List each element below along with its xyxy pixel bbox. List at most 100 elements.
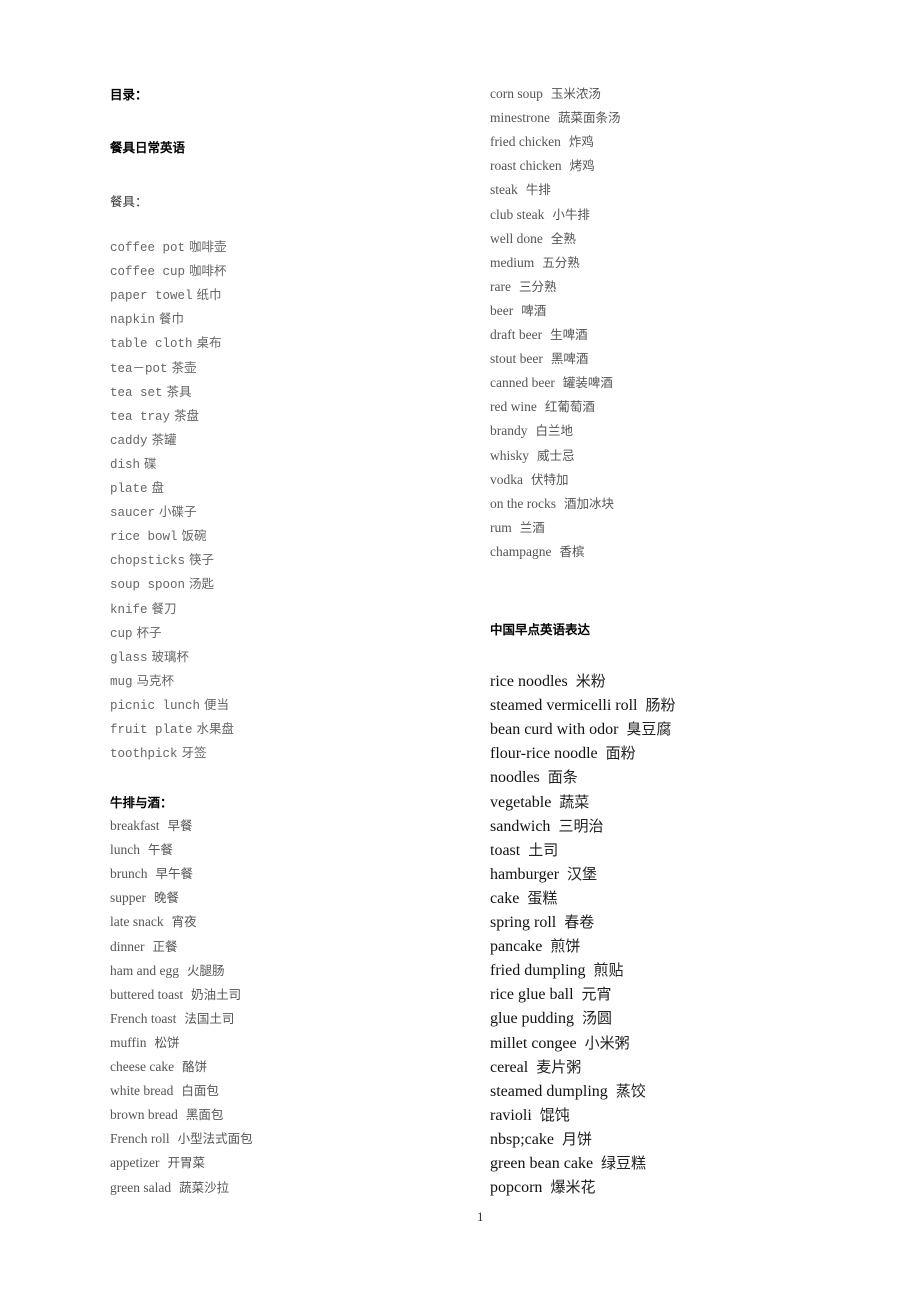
chinese-term: 肠粉 <box>645 696 676 715</box>
chinese-term: 汤圆 <box>582 1009 613 1028</box>
english-term: champagne <box>490 543 552 559</box>
chinese-term: 伏特加 <box>531 471 569 487</box>
english-term: hamburger <box>490 865 560 883</box>
english-term: millet congee <box>490 1034 577 1052</box>
english-term: rum <box>490 519 512 535</box>
vocab-entry: breakfast 早餐 <box>110 815 193 834</box>
chinese-term: 三分熟 <box>518 278 557 294</box>
vocab-entry: minestrone 蔬菜面条汤 <box>490 107 621 126</box>
vocab-entry: plate 盘 <box>110 477 164 496</box>
chinese-term: 全熟 <box>550 230 576 246</box>
english-term: green bean cake <box>490 1155 594 1172</box>
english-term: cereal <box>490 1058 529 1076</box>
english-term: glass <box>110 650 148 665</box>
english-term: flour-rice noodle <box>490 745 598 763</box>
vocab-entry: fried chicken 炸鸡 <box>490 131 594 150</box>
chinese-term: 酒加冰块 <box>563 495 614 511</box>
english-term: rice noodles <box>490 673 568 690</box>
vocab-entry: French roll 小型法式面包 <box>110 1128 253 1147</box>
chinese-term: 牙签 <box>181 745 207 761</box>
chinese-term: 茶壶 <box>171 359 197 375</box>
chinese-term: 纸巾 <box>196 287 222 303</box>
english-term: toothpick <box>110 747 178 762</box>
english-term: tea－pot <box>110 361 168 376</box>
chinese-term: 啤酒 <box>521 302 547 318</box>
vocab-entry: whisky 威士忌 <box>490 445 575 464</box>
vocab-entry: table cloth 桌布 <box>110 332 222 351</box>
chinese-term: 麦片粥 <box>536 1057 582 1076</box>
chinese-term: 正餐 <box>152 938 178 954</box>
english-term: green salad <box>110 1179 172 1195</box>
vocab-entry: nbsp;cake 月饼 <box>490 1128 592 1149</box>
english-term: cake <box>490 889 520 907</box>
vocab-entry: steamed dumpling 蒸饺 <box>490 1080 646 1101</box>
english-term: French roll <box>110 1131 170 1147</box>
vocab-entry: cereal 麦片粥 <box>490 1056 581 1077</box>
document-title: 餐具日常英语 <box>110 140 186 155</box>
vocab-entry: hamburger 汉堡 <box>490 863 597 884</box>
english-term: spring roll <box>490 914 557 931</box>
vocab-entry: glass 玻璃杯 <box>110 646 189 665</box>
vocab-entry: supper 晚餐 <box>110 887 179 906</box>
english-term: caddy <box>110 433 148 448</box>
vocab-entry: tea－pot 茶壶 <box>110 357 197 376</box>
vocab-entry: ravioli 馄饨 <box>490 1104 570 1125</box>
english-term: fried dumpling <box>490 962 586 980</box>
vocab-entry: coffee cup 咖啡杯 <box>110 260 227 279</box>
english-term: steamed vermicelli roll <box>490 697 638 715</box>
chinese-term: 筷子 <box>189 552 215 568</box>
english-term: minestrone <box>490 110 550 126</box>
chinese-term: 餐刀 <box>151 600 177 616</box>
chinese-term: 白兰地 <box>535 423 574 439</box>
chinese-term: 碟 <box>144 455 157 471</box>
chinese-term: 黑啤酒 <box>550 351 589 367</box>
chinese-term: 松饼 <box>154 1034 180 1050</box>
english-term: rice glue ball <box>490 986 574 1004</box>
vocab-entry: white bread 白面包 <box>110 1080 219 1099</box>
english-term: fried chicken <box>490 134 561 150</box>
breakfast-cn-heading: 中国早点英语表达 <box>490 622 591 637</box>
english-term: club steak <box>490 206 545 222</box>
english-term: lunch <box>110 842 140 858</box>
vocab-entry: soup spoon 汤匙 <box>110 573 214 592</box>
chinese-term: 牛排 <box>525 182 551 198</box>
english-term: tea set <box>110 385 163 400</box>
chinese-term: 咖啡杯 <box>189 263 227 279</box>
english-term: draft beer <box>490 327 543 342</box>
english-term: muffin <box>110 1034 147 1050</box>
english-term: paper towel <box>110 289 193 304</box>
chinese-term: 蒸饺 <box>615 1081 646 1100</box>
chinese-term: 罐装啤酒 <box>562 375 613 391</box>
chinese-term: 奶油土司 <box>191 986 242 1002</box>
vocab-entry: cake 蛋糕 <box>490 887 557 908</box>
chinese-term: 蛋糕 <box>527 888 558 907</box>
english-term: cup <box>110 626 133 641</box>
english-term: white bread <box>110 1083 174 1099</box>
vocab-entry: champagne 香槟 <box>490 541 584 560</box>
chinese-term: 酪饼 <box>182 1059 208 1074</box>
english-term: appetizer <box>110 1155 160 1171</box>
chinese-term: 蔬菜沙拉 <box>179 1179 230 1195</box>
vocab-entry: brown bread 黑面包 <box>110 1104 223 1123</box>
english-term: roast chicken <box>490 158 562 174</box>
vocab-entry: flour-rice noodle 面粉 <box>490 742 636 763</box>
chinese-term: 米粉 <box>575 672 606 690</box>
vocab-entry: club steak 小牛排 <box>490 204 590 223</box>
english-term: napkin <box>110 313 156 328</box>
english-term: brunch <box>110 866 148 882</box>
english-term: noodles <box>490 769 540 787</box>
vocab-entry: steak 牛排 <box>490 179 551 198</box>
chinese-term: 五分熟 <box>542 254 580 270</box>
english-term: corn soup <box>490 86 543 101</box>
vocab-entry: pancake 煎饼 <box>490 935 580 956</box>
vocab-entry: brandy 白兰地 <box>490 420 573 439</box>
chinese-term: 桌布 <box>196 335 222 351</box>
english-term: dinner <box>110 938 145 954</box>
vocab-entry: coffee pot 咖啡壶 <box>110 236 227 255</box>
vocab-entry: rice noodles 米粉 <box>490 670 606 691</box>
vocab-entry: chopsticks 筷子 <box>110 549 214 568</box>
english-term: popcorn <box>490 1179 543 1197</box>
vocab-entry: millet congee 小米粥 <box>490 1032 630 1053</box>
vocab-entry: glue pudding 汤圆 <box>490 1007 612 1028</box>
chinese-term: 汉堡 <box>567 864 598 883</box>
